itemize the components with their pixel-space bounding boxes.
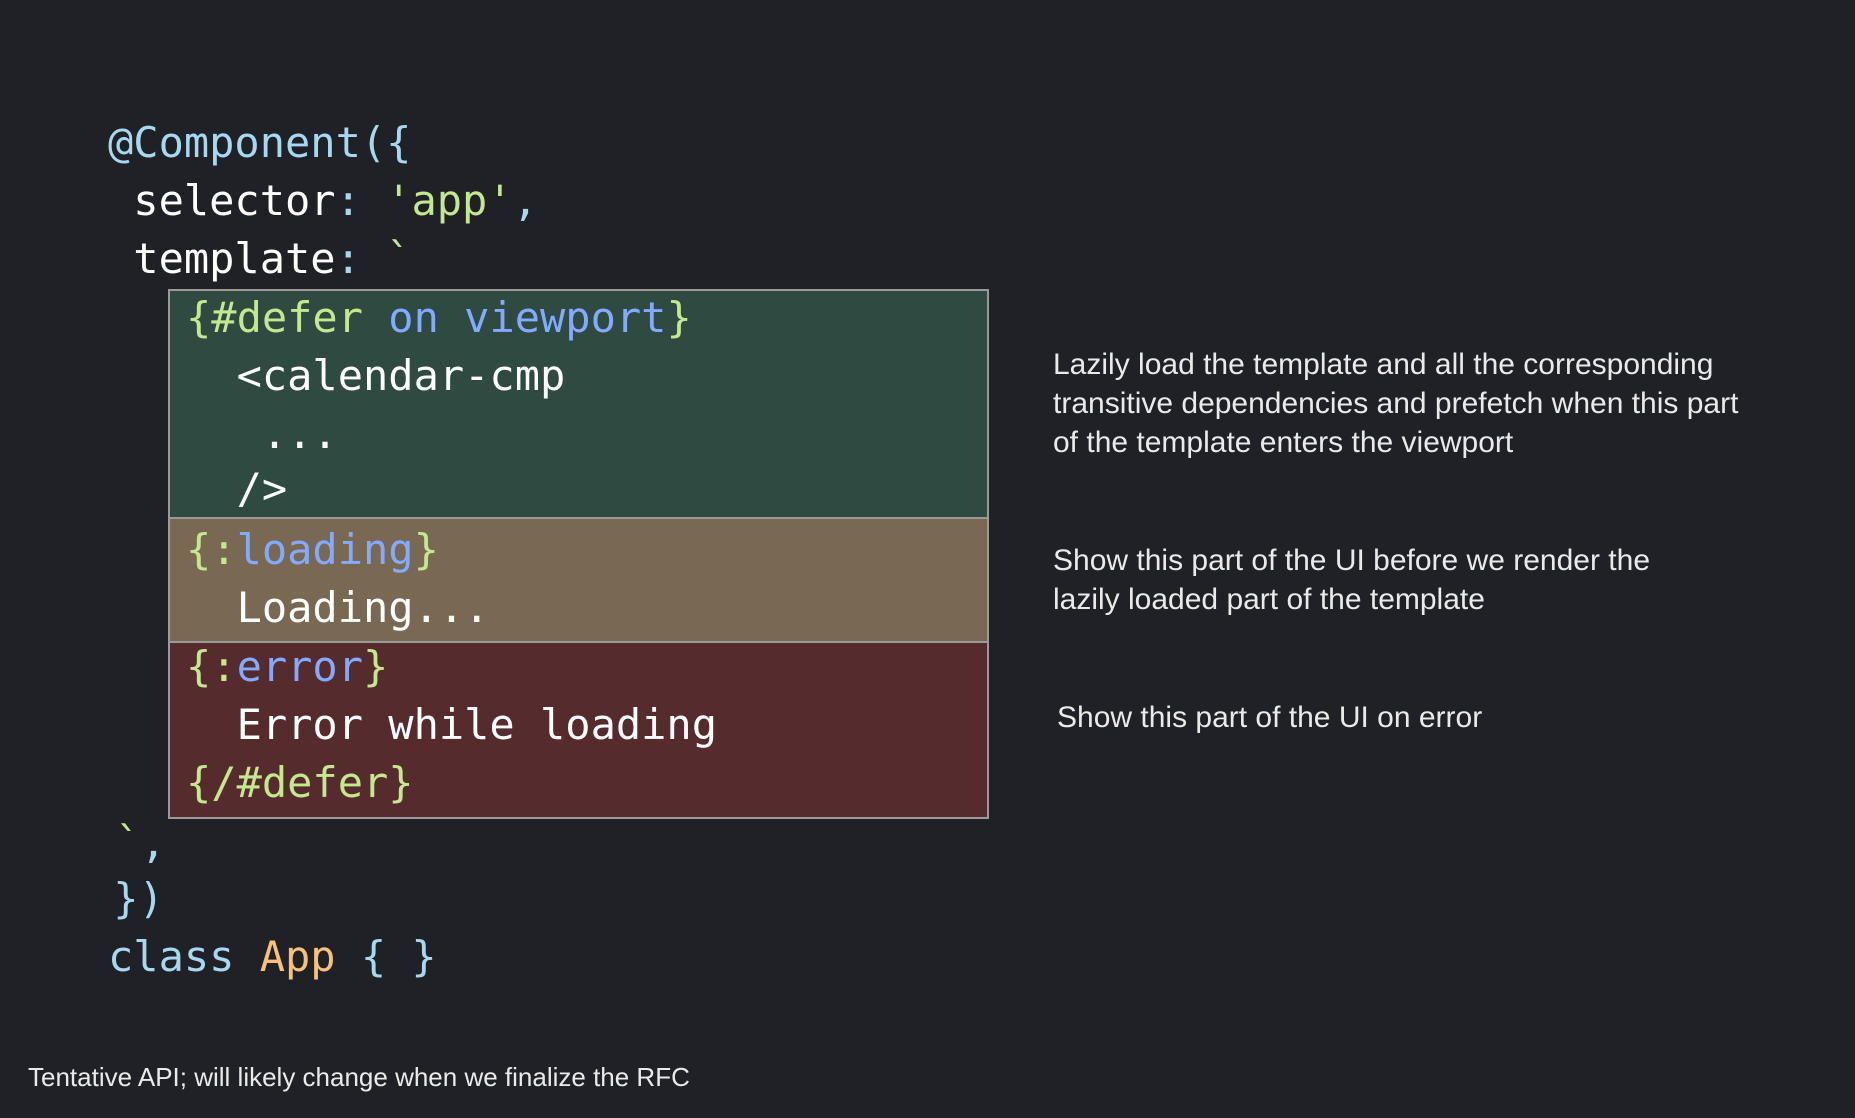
selector-key: selector — [108, 176, 336, 225]
class-body: { } — [335, 932, 437, 981]
error-annotation-line: Show this part of the UI on error — [1057, 701, 1483, 734]
error-keyword: error — [236, 642, 364, 691]
decorator-open: ({ — [360, 118, 412, 167]
template-backtick-close: ` — [90, 818, 141, 867]
code-line-class: class App { } — [108, 928, 437, 986]
error-close-brace: } — [363, 642, 389, 691]
loading-open-brace: {: — [186, 525, 237, 574]
loading-annotation: Show this part of the UI before we rende… — [1053, 541, 1650, 619]
code-line-backtick-close: `, — [90, 814, 166, 872]
code-line-template: template: ` — [108, 230, 411, 288]
code-line-selector: selector: 'app', — [108, 172, 538, 230]
defer-annotation: Lazily load the template and all the cor… — [1053, 345, 1738, 462]
error-annotation: Show this part of the UI on error — [1057, 698, 1482, 737]
code-line-ellipsis: ... — [186, 409, 338, 458]
code-line-defer-open: {#defer on viewport} — [186, 289, 692, 347]
template-key: template — [108, 234, 336, 283]
template-backtick-open: ` — [386, 234, 412, 283]
defer-annotation-line: Lazily load the template and all the cor… — [1053, 348, 1714, 381]
code-line-calendar-close: /> — [186, 464, 288, 513]
defer-annotation-line: transitive dependencies and prefetch whe… — [1053, 387, 1739, 420]
selector-value: 'app' — [386, 176, 513, 225]
defer-annotation-line: of the template enters the viewport — [1053, 426, 1514, 459]
defer-close-brace: } — [666, 293, 692, 342]
loading-close-brace: } — [413, 525, 439, 574]
template-comma: , — [140, 818, 166, 867]
template-colon: : — [335, 234, 387, 283]
code-line-loading-text: Loading... — [186, 583, 490, 632]
error-open-brace: {: — [186, 642, 237, 691]
code-line-calendar-open: <calendar-cmp — [186, 351, 566, 400]
decorator-at: @Component — [108, 118, 361, 167]
code-line-defer-end: {/#defer} — [186, 758, 414, 807]
selector-colon: : — [335, 176, 387, 225]
class-keyword: class — [108, 932, 260, 981]
code-line-close-component: }) — [88, 874, 164, 923]
footer-disclaimer: Tentative API; will likely change when w… — [28, 1062, 690, 1092]
code-line-decorator: @Component({ — [108, 114, 411, 172]
loading-keyword: loading — [236, 525, 414, 574]
defer-trigger: on viewport — [388, 293, 667, 342]
class-name: App — [259, 932, 336, 981]
selector-comma: , — [512, 176, 538, 225]
loading-annotation-line: Show this part of the UI before we rende… — [1053, 544, 1650, 577]
code-line-loading-open: {:loading} — [186, 521, 439, 579]
code-line-error-open: {:error} — [186, 638, 388, 696]
defer-open-brace: {#defer — [186, 293, 389, 342]
code-line-error-text: Error while loading — [186, 700, 718, 749]
loading-annotation-line: lazily loaded part of the template — [1053, 583, 1485, 616]
